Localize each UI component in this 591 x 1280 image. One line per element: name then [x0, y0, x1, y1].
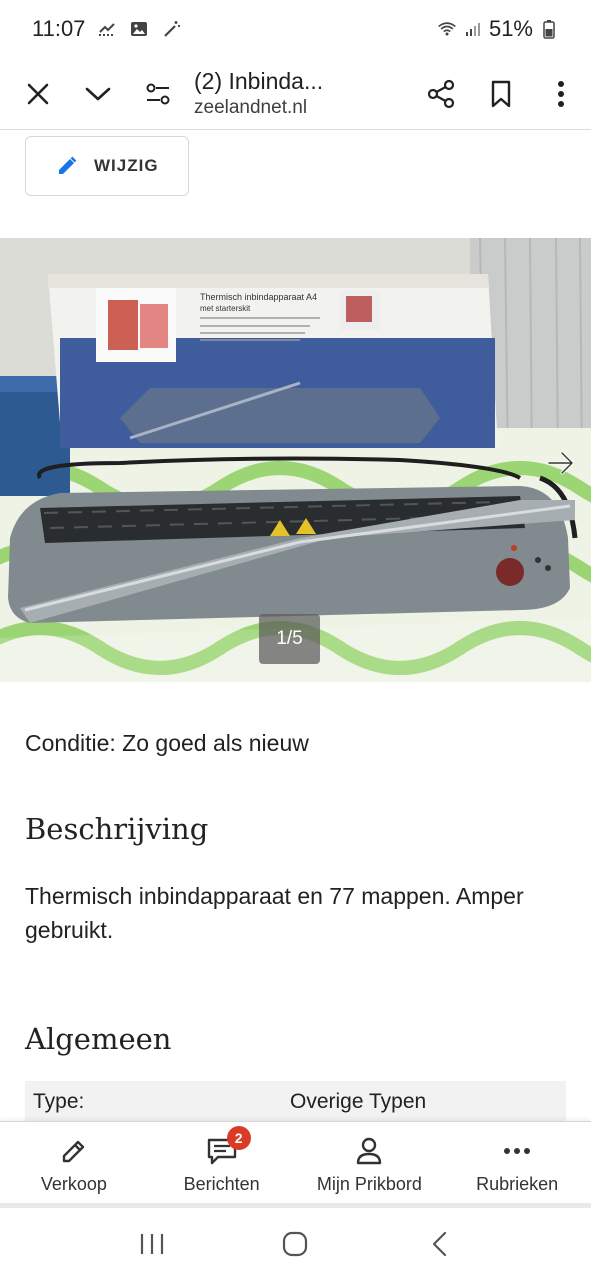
nav-item-verkoop[interactable]: Verkoop [0, 1122, 148, 1203]
chevron-down-icon [85, 87, 111, 100]
wand-icon [161, 19, 181, 39]
edit-button[interactable]: WIJZIG [25, 136, 189, 196]
recent-apps-button[interactable] [122, 1214, 182, 1274]
more-vert-icon [558, 80, 564, 107]
spec-value: Overige Typen [290, 1090, 427, 1113]
description-heading: Beschrijving [25, 812, 209, 846]
status-time: 11:07 [32, 16, 86, 41]
bookmark-button[interactable] [471, 64, 531, 124]
missed-call-icon [97, 19, 117, 39]
more-horiz-icon [504, 1148, 531, 1154]
gallery-counter: 1/5 [259, 614, 320, 664]
nav-label-rubrieken: Rubrieken [476, 1174, 559, 1194]
browser-toolbar: (2) Inbinda... zeelandnet.nl [0, 58, 591, 130]
share-button[interactable] [411, 64, 471, 124]
spec-key: Type: [33, 1090, 85, 1113]
general-heading: Algemeen [25, 1022, 172, 1056]
battery-icon [539, 19, 559, 39]
share-icon [427, 79, 455, 108]
home-icon [283, 1231, 308, 1257]
back-icon [433, 1231, 447, 1257]
nav-label-mijn-prikbord: Mijn Prikbord [316, 1174, 422, 1194]
box-subtitle: met starterskit [200, 304, 251, 313]
messages-badge: 2 [226, 1126, 251, 1150]
tune-icon [146, 83, 170, 104]
spec-row: Type: Overige Typen [25, 1081, 566, 1123]
person-icon [357, 1137, 382, 1165]
nav-item-mijn-prikbord[interactable]: Mijn Prikbord [296, 1122, 444, 1203]
home-button[interactable] [265, 1214, 325, 1274]
close-button[interactable] [8, 64, 68, 124]
wifi-icon [437, 19, 457, 39]
system-nav-bar [0, 1208, 591, 1280]
nav-label-berichten: Berichten [183, 1174, 260, 1194]
back-button[interactable] [409, 1214, 469, 1274]
page-title-area[interactable]: (2) Inbinda... zeelandnet.nl [188, 68, 411, 119]
signal-icon [463, 19, 483, 39]
status-bar: 11:07 51% [0, 0, 591, 58]
page-domain: zeelandnet.nl [194, 97, 308, 118]
gallery-next-button[interactable] [541, 443, 581, 483]
gallery-icon [129, 19, 149, 39]
image-gallery[interactable]: Thermisch inbindapparaat A4 met starters… [0, 238, 591, 682]
description-text: Thermisch inbindapparaat en 77 mappen. A… [25, 883, 524, 943]
page: 11:07 51% (2) Inbinda... zeelandnet.nl W… [0, 0, 591, 1280]
battery-percentage: 51% [488, 16, 533, 41]
page-settings-button[interactable] [128, 64, 188, 124]
nav-label-verkoop: Verkoop [40, 1174, 107, 1194]
close-icon [27, 83, 49, 104]
nav-item-berichten[interactable]: 2 Berichten [148, 1122, 296, 1203]
listing-condition: Conditie: Zo goed als nieuw [25, 730, 309, 756]
box-title: Thermisch inbindapparaat A4 [200, 292, 317, 302]
pencil-icon [62, 1140, 85, 1163]
bookmark-icon [491, 80, 511, 107]
minimize-button[interactable] [68, 64, 128, 124]
arrow-right-icon [547, 451, 574, 475]
bottom-nav: Verkoop 2 Berichten Mijn Prikbord Rubrie… [0, 1121, 591, 1203]
edit-button-label: WIJZIG [94, 156, 159, 175]
more-options-button[interactable] [531, 64, 591, 124]
page-title: (2) Inbinda... [194, 68, 324, 94]
pencil-icon [59, 156, 77, 174]
nav-item-rubrieken[interactable]: Rubrieken [443, 1122, 591, 1203]
recent-apps-icon [140, 1234, 163, 1254]
